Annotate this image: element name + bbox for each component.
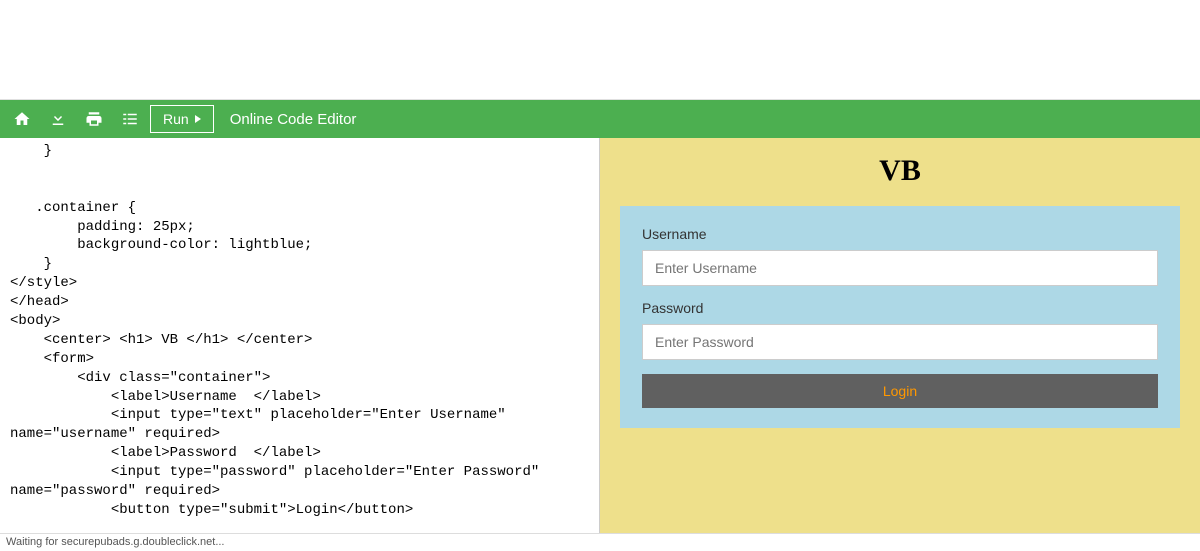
- download-button[interactable]: [42, 104, 74, 134]
- list-icon: [121, 110, 139, 128]
- preview-form-container: Username Password Login: [620, 206, 1180, 428]
- code-content: } .container { padding: 25px; background…: [0, 138, 599, 524]
- status-bar: Waiting for securepubads.g.doubleclick.n…: [0, 533, 1200, 551]
- preview-heading: VB: [620, 154, 1180, 188]
- top-spacer: [0, 0, 1200, 100]
- run-button[interactable]: Run: [150, 105, 214, 133]
- app-title: Online Code Editor: [230, 111, 357, 128]
- download-icon: [49, 110, 67, 128]
- home-icon: [13, 110, 31, 128]
- print-icon: [85, 110, 103, 128]
- password-label: Password: [642, 300, 1158, 316]
- code-editor[interactable]: } .container { padding: 25px; background…: [0, 138, 600, 538]
- print-button[interactable]: [78, 104, 110, 134]
- run-label: Run: [163, 111, 189, 127]
- list-button[interactable]: [114, 104, 146, 134]
- home-button[interactable]: [6, 104, 38, 134]
- workspace: } .container { padding: 25px; background…: [0, 138, 1200, 538]
- username-label: Username: [642, 226, 1158, 242]
- toolbar: Run Online Code Editor: [0, 100, 1200, 138]
- play-icon: [195, 115, 201, 123]
- preview-pane: VB Username Password Login: [600, 138, 1200, 538]
- username-input[interactable]: [642, 250, 1158, 286]
- login-button[interactable]: Login: [642, 374, 1158, 408]
- password-input[interactable]: [642, 324, 1158, 360]
